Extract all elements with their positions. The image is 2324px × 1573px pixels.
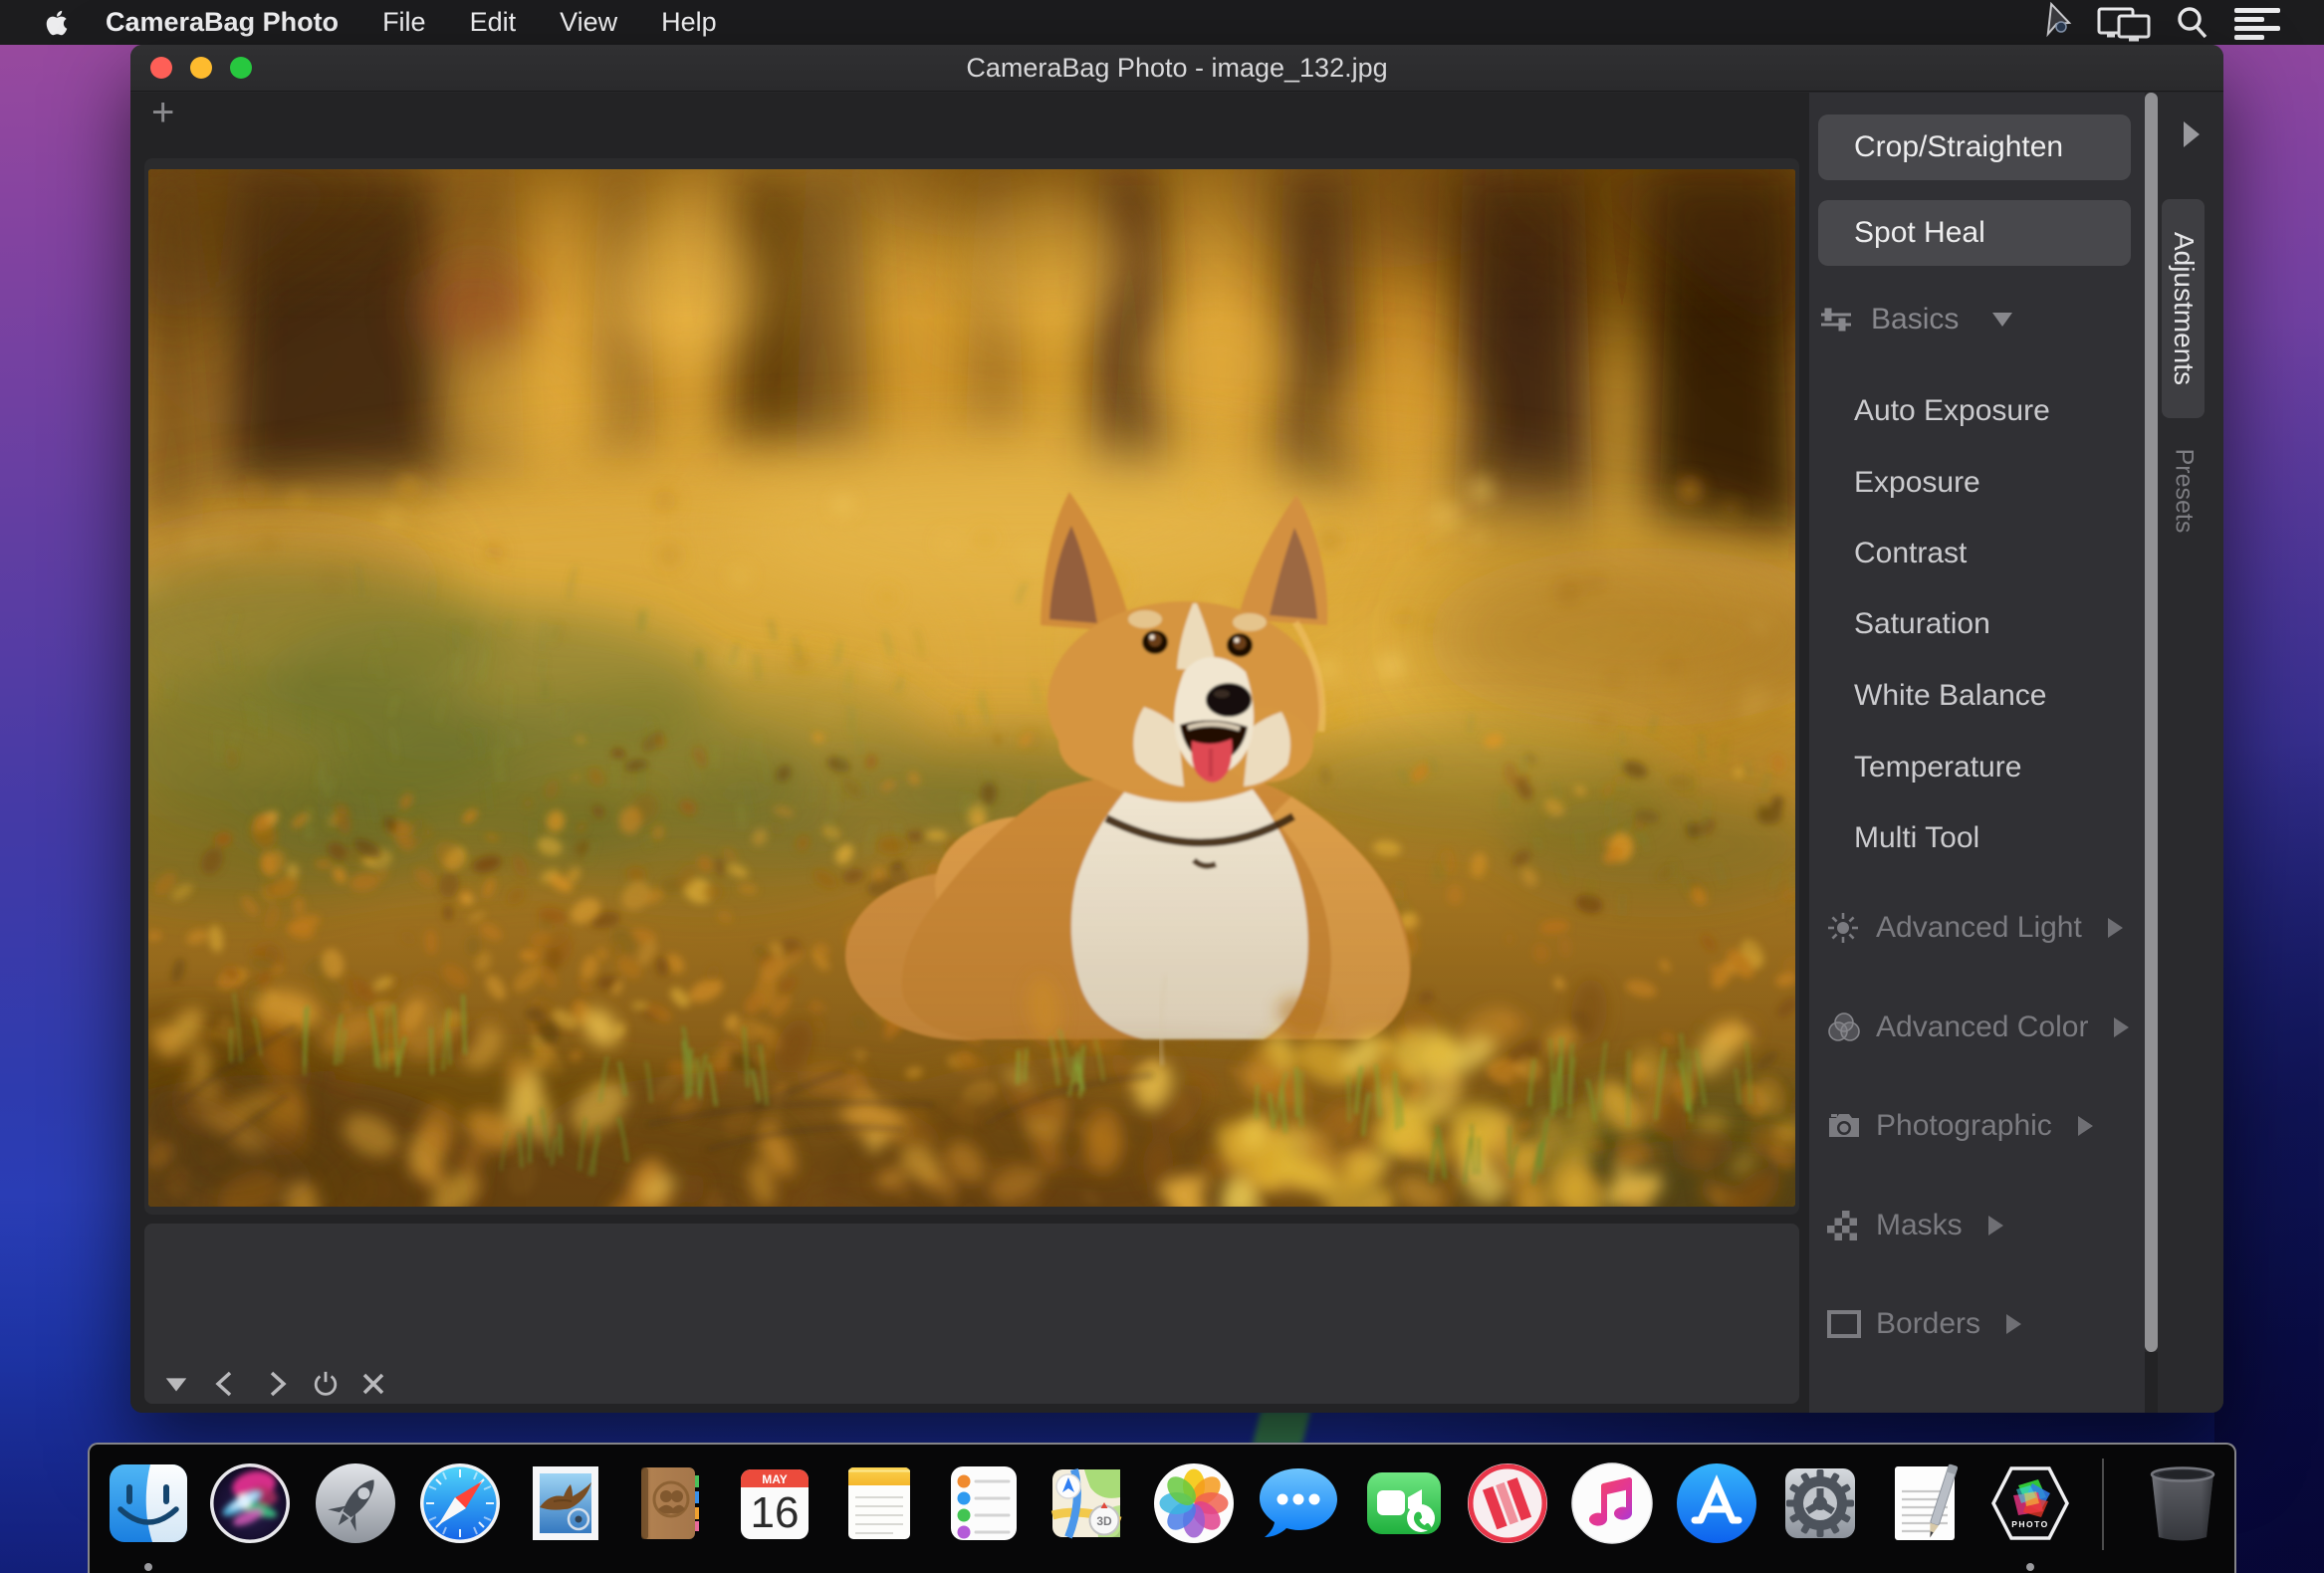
svg-text:PHOTO: PHOTO <box>2011 1519 2049 1529</box>
svg-text:16: 16 <box>751 1488 800 1537</box>
svg-text:3D: 3D <box>1096 1514 1112 1528</box>
svg-text:MAY: MAY <box>762 1472 788 1486</box>
